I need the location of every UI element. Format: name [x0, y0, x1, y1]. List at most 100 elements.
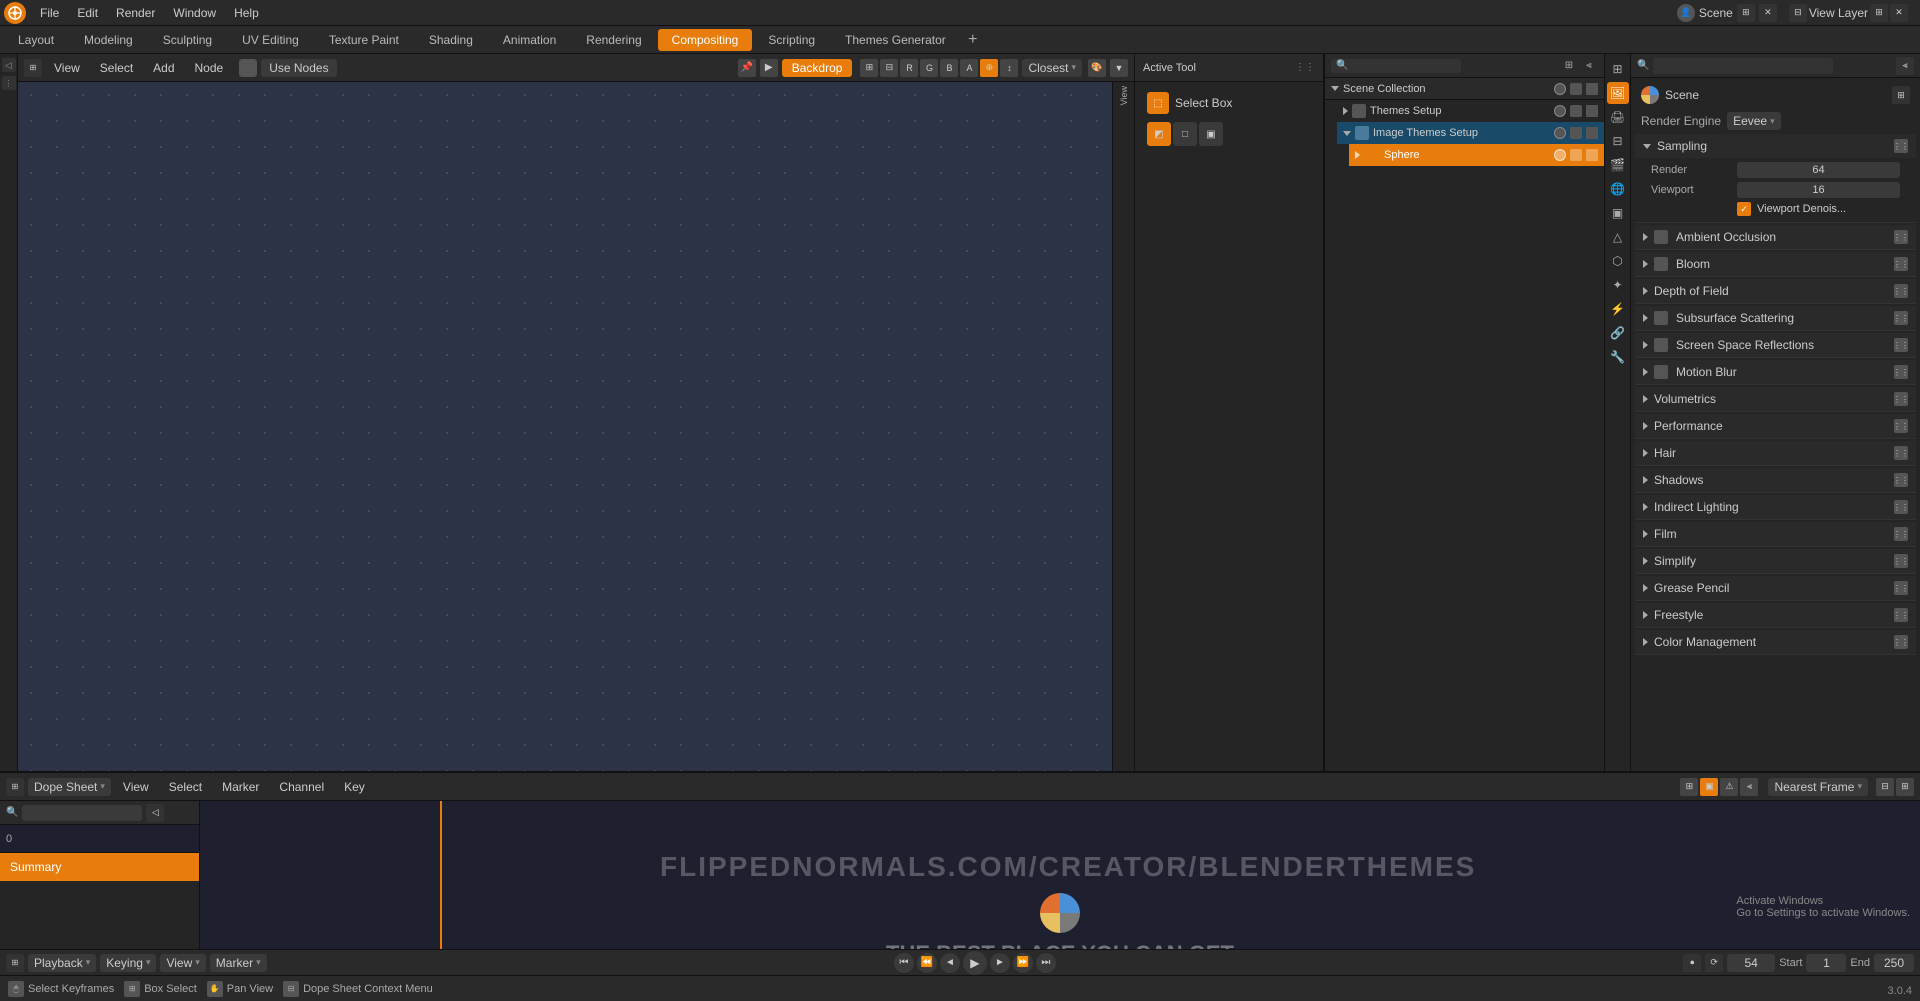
dope-sheet-mode-dropdown[interactable]: Dope Sheet — [28, 778, 111, 796]
prop-icon-particles[interactable]: ✦ — [1607, 274, 1629, 296]
backdrop-icon5[interactable]: B — [940, 59, 958, 77]
themes-setup-render-icon[interactable] — [1570, 105, 1582, 117]
tab-rendering[interactable]: Rendering — [572, 29, 655, 51]
camera-icon[interactable]: ▶ — [760, 59, 778, 77]
section-options-12[interactable]: ⋮⋮ — [1894, 554, 1908, 568]
menu-file[interactable]: File — [32, 4, 67, 22]
section-header-9[interactable]: Shadows⋮⋮ — [1635, 468, 1916, 492]
jump-end-btn[interactable]: ⏭ — [1036, 953, 1056, 973]
prop-icon-mesh[interactable]: △ — [1607, 226, 1629, 248]
themes-setup-expand-icon[interactable] — [1343, 107, 1348, 115]
section-options-5[interactable]: ⋮⋮ — [1894, 365, 1908, 379]
next-frame-btn[interactable]: ⏩ — [1013, 953, 1033, 973]
sampling-options-icon[interactable]: ⋮⋮ — [1894, 139, 1908, 153]
section-checkbox-4[interactable] — [1654, 338, 1668, 352]
section-header-0[interactable]: Ambient Occlusion⋮⋮ — [1635, 225, 1916, 249]
playback-marker-btn[interactable]: Marker — [210, 954, 267, 972]
keying-btn[interactable]: Keying — [100, 954, 156, 972]
scene-close-icon[interactable]: ✕ — [1759, 4, 1777, 22]
backdrop-icon6[interactable]: A — [960, 59, 978, 77]
dope-view-btn[interactable]: View — [115, 778, 157, 796]
viewport-value[interactable]: 16 — [1737, 182, 1900, 198]
backdrop-icon3[interactable]: R — [900, 59, 918, 77]
section-options-8[interactable]: ⋮⋮ — [1894, 446, 1908, 460]
dope-icon1[interactable]: ⊞ — [1680, 778, 1698, 796]
menu-help[interactable]: Help — [226, 4, 267, 22]
dope-search-input[interactable] — [22, 805, 142, 821]
section-header-14[interactable]: Freestyle⋮⋮ — [1635, 603, 1916, 627]
tool-icon-btn-1[interactable]: ◩ — [1147, 122, 1171, 146]
frame-end-input[interactable]: 250 — [1874, 954, 1914, 972]
sphere-restrict-icon[interactable] — [1586, 149, 1598, 161]
props-search-input[interactable] — [1653, 58, 1833, 74]
prop-icon-view-layer[interactable]: ⊟ — [1607, 130, 1629, 152]
menu-render[interactable]: Render — [108, 4, 163, 22]
tab-compositing[interactable]: Compositing — [658, 29, 753, 51]
filter-btn-2[interactable]: ⫷ — [1580, 57, 1598, 75]
prop-icon-modifiers[interactable]: 🔧 — [1607, 346, 1629, 368]
dope-filter-icon[interactable]: ⫷ — [1740, 778, 1758, 796]
backdrop-icon8[interactable]: ↕ — [1000, 59, 1018, 77]
section-header-8[interactable]: Hair⋮⋮ — [1635, 441, 1916, 465]
sync-icon[interactable]: ⟳ — [1705, 954, 1723, 972]
tool-icon-btn-2[interactable]: □ — [1173, 122, 1197, 146]
themes-setup-item[interactable]: Themes Setup — [1337, 100, 1604, 122]
dope-view-icon1[interactable]: ⊟ — [1876, 778, 1894, 796]
section-options-1[interactable]: ⋮⋮ — [1894, 257, 1908, 271]
collection-restrict-icon[interactable] — [1586, 83, 1598, 95]
section-header-10[interactable]: Indirect Lighting⋮⋮ — [1635, 495, 1916, 519]
filter-btn-1[interactable]: ⊞ — [1560, 57, 1578, 75]
section-checkbox-1[interactable] — [1654, 257, 1668, 271]
section-options-2[interactable]: ⋮⋮ — [1894, 284, 1908, 298]
select-btn[interactable]: Select — [92, 59, 141, 77]
section-options-15[interactable]: ⋮⋮ — [1894, 635, 1908, 649]
view-layer-close-icon[interactable]: ✕ — [1890, 4, 1908, 22]
prop-icon-output[interactable]: 🖨 — [1607, 106, 1629, 128]
section-header-12[interactable]: Simplify⋮⋮ — [1635, 549, 1916, 573]
backdrop-icon1[interactable]: ⊞ — [860, 59, 878, 77]
dope-view-icon2[interactable]: ⊞ — [1896, 778, 1914, 796]
record-icon[interactable]: ⏺ — [1683, 954, 1701, 972]
view-layer-icon[interactable]: ⊟ — [1789, 4, 1807, 22]
section-checkbox-0[interactable] — [1654, 230, 1668, 244]
section-header-2[interactable]: Depth of Field⋮⋮ — [1635, 279, 1916, 303]
section-options-3[interactable]: ⋮⋮ — [1894, 311, 1908, 325]
closest-dropdown[interactable]: Closest — [1022, 59, 1082, 77]
sphere-visibility-icon[interactable] — [1554, 149, 1566, 161]
use-nodes-label[interactable]: Use Nodes — [261, 59, 336, 77]
tab-shading[interactable]: Shading — [415, 29, 487, 51]
dope-select-btn[interactable]: Select — [161, 778, 210, 796]
section-header-13[interactable]: Grease Pencil⋮⋮ — [1635, 576, 1916, 600]
section-options-10[interactable]: ⋮⋮ — [1894, 500, 1908, 514]
node-btn[interactable]: Node — [187, 59, 232, 77]
section-header-11[interactable]: Film⋮⋮ — [1635, 522, 1916, 546]
user-icon[interactable]: 👤 — [1677, 4, 1695, 22]
viewport-settings-icon[interactable]: ▼ — [1110, 59, 1128, 77]
image-themes-item[interactable]: Image Themes Setup — [1337, 122, 1604, 144]
dope-icon3[interactable]: ⚠ — [1720, 778, 1738, 796]
section-header-7[interactable]: Performance⋮⋮ — [1635, 414, 1916, 438]
image-themes-render-icon[interactable] — [1570, 127, 1582, 139]
dope-sheet-canvas[interactable]: 🔍 ◁ 0 Summary FLIPPEDNORMALS.COM/CREATOR… — [0, 801, 1920, 949]
collection-expand-icon[interactable] — [1331, 86, 1339, 91]
prop-icon-physics[interactable]: ⚡ — [1607, 298, 1629, 320]
tab-texture-paint[interactable]: Texture Paint — [315, 29, 413, 51]
dope-menu-icon[interactable]: ⊞ — [6, 778, 24, 796]
dope-left-icon[interactable]: ◁ — [146, 804, 164, 822]
playback-view-btn[interactable]: View — [160, 954, 205, 972]
section-header-4[interactable]: Screen Space Reflections⋮⋮ — [1635, 333, 1916, 357]
prop-icon-object[interactable]: ▣ — [1607, 202, 1629, 224]
tab-sculpting[interactable]: Sculpting — [149, 29, 226, 51]
section-options-0[interactable]: ⋮⋮ — [1894, 230, 1908, 244]
section-options-4[interactable]: ⋮⋮ — [1894, 338, 1908, 352]
menu-window[interactable]: Window — [165, 4, 224, 22]
prop-icon-world[interactable]: 🌐 — [1607, 178, 1629, 200]
image-themes-expand-icon[interactable] — [1343, 131, 1351, 136]
section-options-11[interactable]: ⋮⋮ — [1894, 527, 1908, 541]
nearest-frame-dropdown[interactable]: Nearest Frame — [1768, 778, 1868, 796]
render-value[interactable]: 64 — [1737, 162, 1900, 178]
playback-btn[interactable]: Playback — [28, 954, 96, 972]
tab-layout[interactable]: Layout — [4, 29, 68, 51]
blender-logo-icon[interactable] — [4, 2, 26, 24]
jump-start-btn[interactable]: ⏮ — [894, 953, 914, 973]
